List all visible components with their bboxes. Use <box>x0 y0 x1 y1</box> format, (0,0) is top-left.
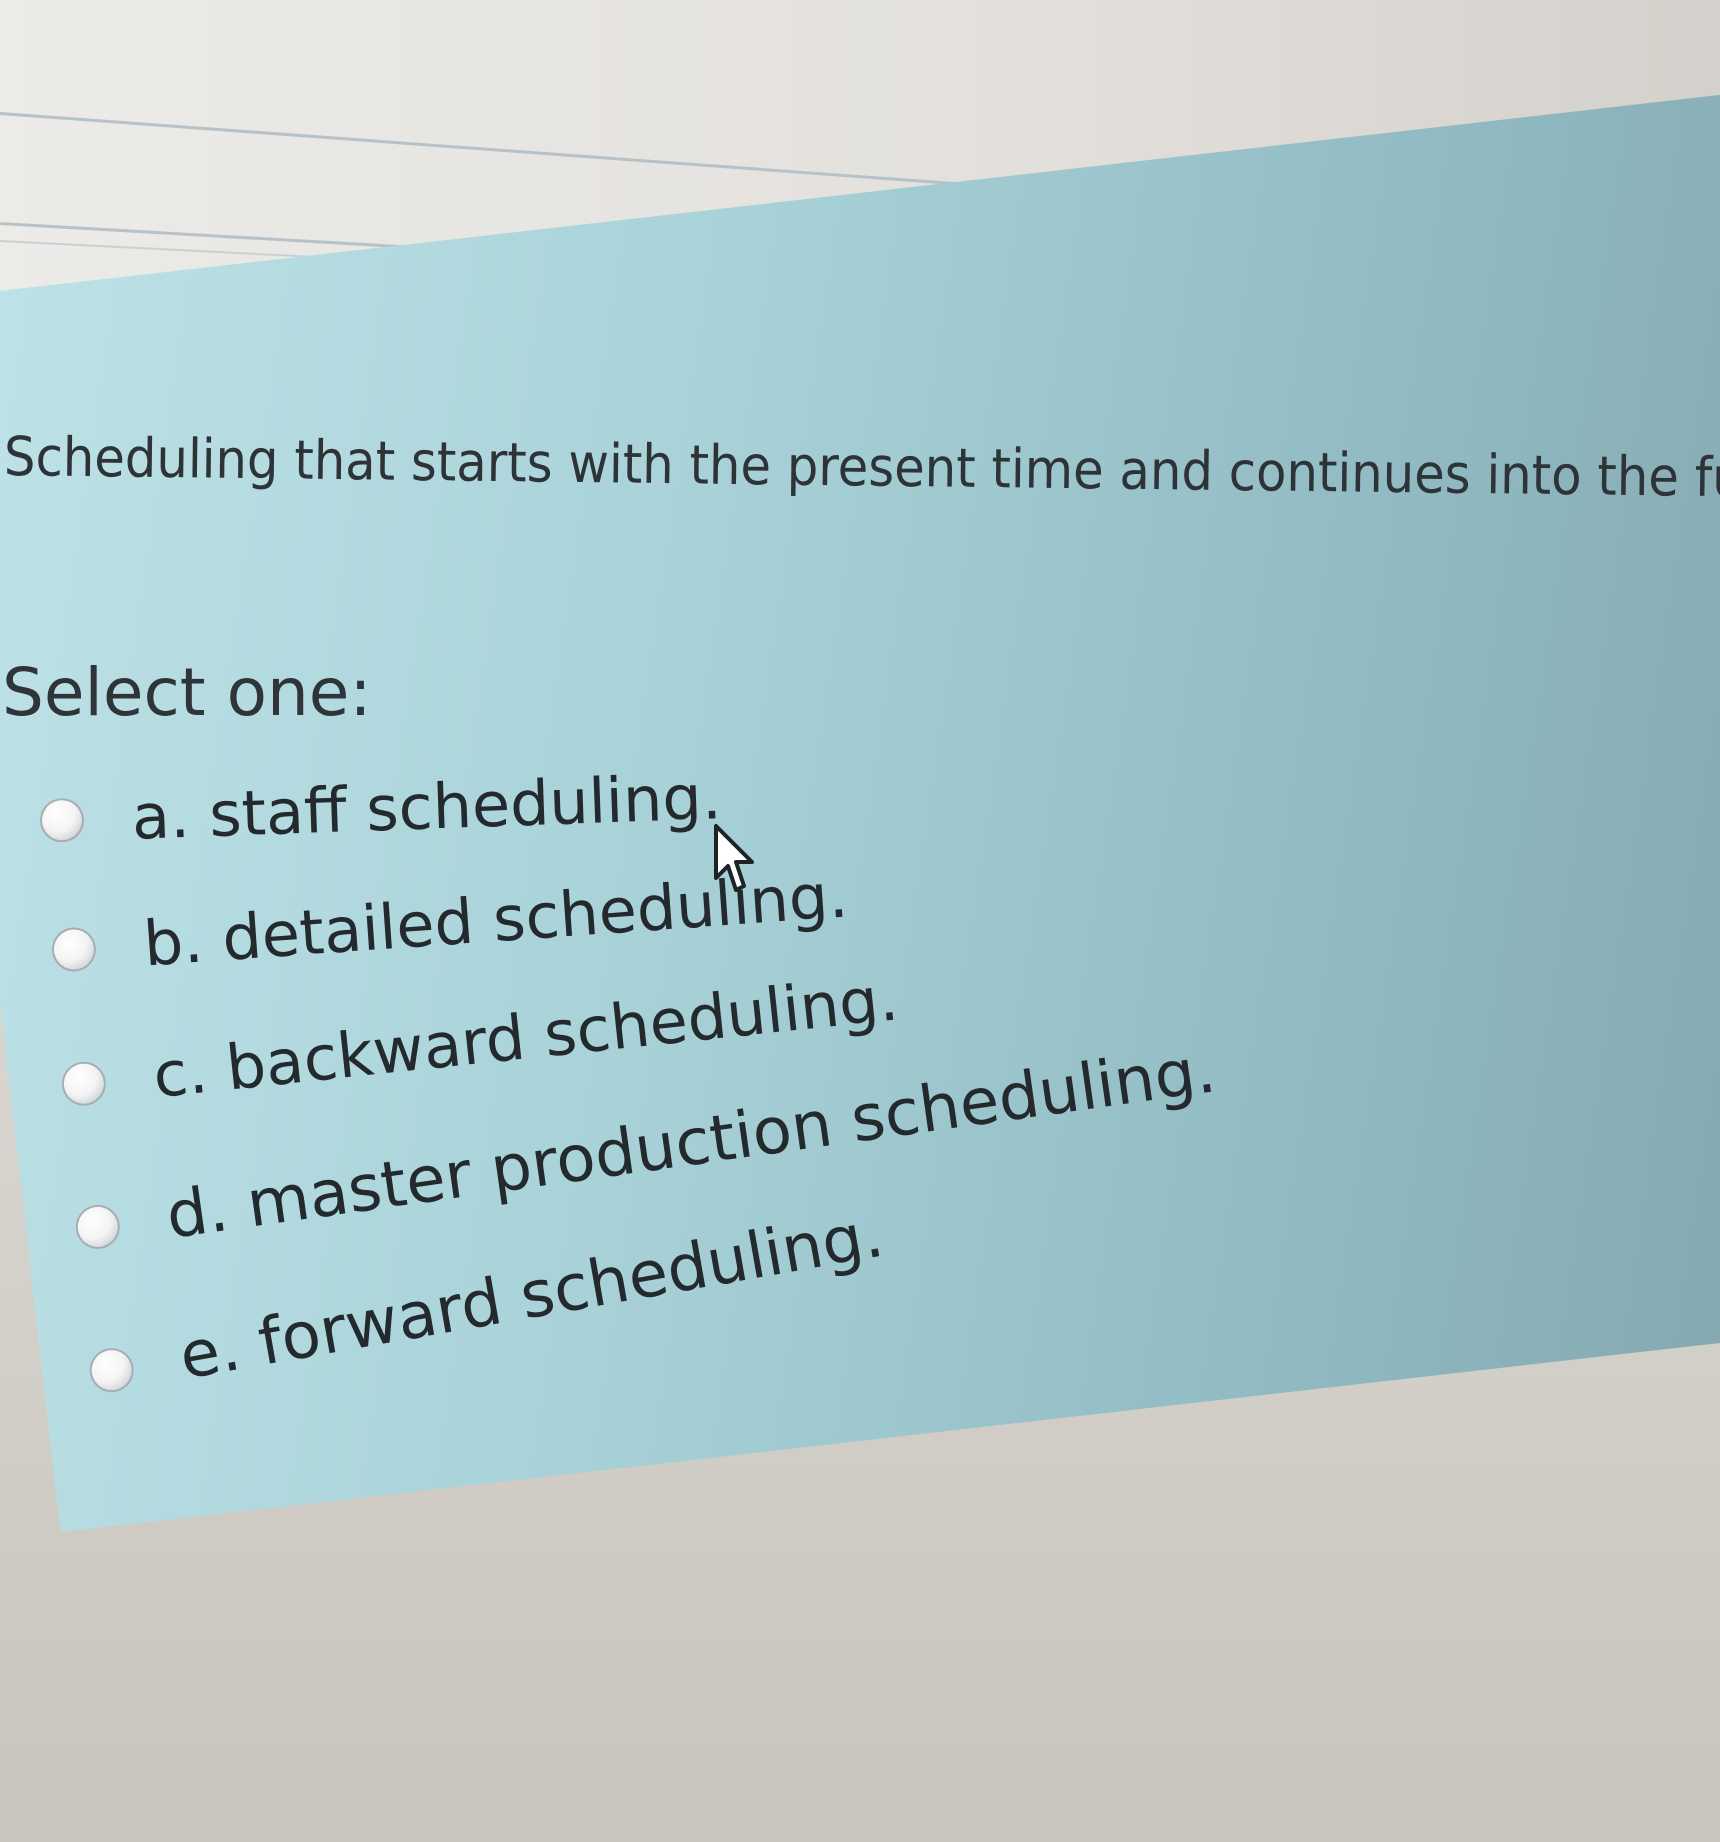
option-label: a. staff scheduling. <box>130 760 723 854</box>
answer-options: a. staff scheduling. b. detailed schedul… <box>0 0 1720 1842</box>
radio-button-icon[interactable] <box>86 1344 138 1396</box>
option-a[interactable]: a. staff scheduling. <box>39 760 723 854</box>
radio-button-icon[interactable] <box>39 797 85 843</box>
arrow-pointer-icon <box>714 824 754 892</box>
option-label: c. backward scheduling. <box>149 961 902 1113</box>
radio-button-icon[interactable] <box>59 1059 109 1108</box>
quiz-page: Scheduling that starts with the present … <box>0 0 1720 1842</box>
radio-button-icon[interactable] <box>50 925 98 973</box>
radio-button-icon[interactable] <box>72 1202 123 1252</box>
question-content: Scheduling that starts with the present … <box>0 0 1720 1842</box>
